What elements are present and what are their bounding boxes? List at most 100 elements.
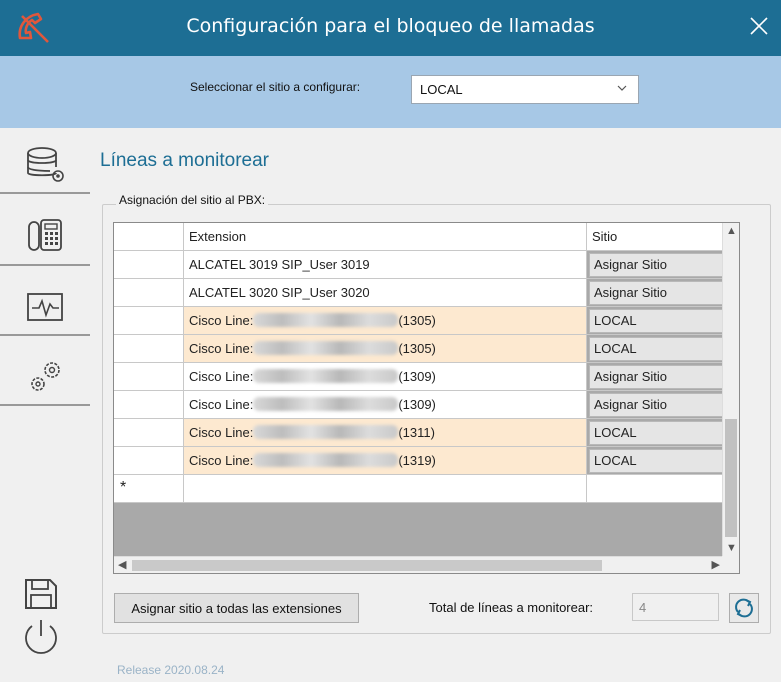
table-row[interactable]: Cisco Line: (1311) LOCAL [114,419,724,447]
extension-prefix: Cisco Line: [189,341,254,356]
sitio-dropdown[interactable]: Asignar Sitio [589,393,723,417]
scroll-up-icon[interactable]: ▲ [726,226,737,237]
power-icon[interactable] [18,614,64,660]
sitio-cell: LOCAL [587,419,724,447]
sitio-cell: LOCAL [587,307,724,335]
extensions-grid[interactable]: Extension Sitio ALCATEL 3019 SIP_User 30… [113,222,740,574]
extension-number: (1305) [398,313,436,328]
row-selector-cell[interactable] [114,419,184,447]
extension-prefix: Cisco Line: [189,369,254,384]
scrollbar-corner [722,556,739,573]
redacted-name [253,397,399,411]
table-row[interactable]: Cisco Line: (1319) LOCAL [114,447,724,475]
extension-number: (1309) [398,397,436,412]
scroll-right-icon[interactable]: ▶ [712,560,720,571]
table-row[interactable]: Cisco Line: (1305) LOCAL [114,335,724,363]
site-select[interactable]: LOCAL [411,75,639,104]
extension-prefix: Cisco Line: [189,425,254,440]
sitio-dropdown[interactable]: Asignar Sitio [589,365,723,389]
close-icon[interactable] [745,12,773,40]
nav-phone-lines[interactable] [0,208,90,266]
sitio-cell: LOCAL [587,447,724,475]
horizontal-scrollbar[interactable]: ◀ ▶ [114,556,724,573]
new-row-sitio-cell[interactable] [587,475,724,503]
row-selector-cell[interactable] [114,307,184,335]
extension-cell[interactable]: Cisco Line: (1305) [184,335,587,363]
sitio-dropdown[interactable]: LOCAL [589,421,723,445]
save-icon[interactable] [20,576,62,612]
extension-cell[interactable]: Cisco Line: (1311) [184,419,587,447]
scroll-left-icon[interactable]: ◀ [118,560,126,571]
phone-keypad-icon [28,219,62,251]
extension-cell[interactable]: Cisco Line: (1305) [184,307,587,335]
section-heading: Líneas a monitorear [100,150,269,171]
row-selector-cell[interactable] [114,335,184,363]
row-selector-cell[interactable] [114,279,184,307]
new-row-extension-cell[interactable] [184,475,587,503]
sitio-dropdown[interactable]: LOCAL [589,337,723,361]
extension-number: (1305) [398,341,436,356]
new-row[interactable]: * [114,475,724,503]
extension-prefix: Cisco Line: [189,313,254,328]
table-row[interactable]: Cisco Line: (1309) Asignar Sitio [114,391,724,419]
column-header-sitio[interactable]: Sitio [587,223,724,251]
row-selector-cell[interactable] [114,251,184,279]
sitio-dropdown[interactable]: Asignar Sitio [589,281,723,305]
database-settings-icon [27,147,64,182]
extension-cell[interactable]: ALCATEL 3020 SIP_User 3020 [184,279,587,307]
nav-database-settings[interactable] [0,136,90,194]
redacted-name [253,369,399,383]
extension-cell[interactable]: Cisco Line: (1309) [184,391,587,419]
site-selector-bar: Seleccionar el sitio a configurar: LOCAL [0,56,781,128]
column-header-extension[interactable]: Extension [184,223,587,251]
sitio-dropdown[interactable]: LOCAL [589,449,723,473]
row-selector-cell[interactable] [114,363,184,391]
extension-prefix: Cisco Line: [189,397,254,412]
table-row[interactable]: Cisco Line: (1305) LOCAL [114,307,724,335]
extension-text: ALCATEL 3020 SIP_User 3020 [189,285,370,300]
vertical-scrollbar[interactable]: ▲ ▼ [722,223,739,557]
extension-number: (1311) [398,425,435,440]
sitio-cell: LOCAL [587,335,724,363]
redacted-name [253,425,399,439]
site-selector-label: Seleccionar el sitio a configurar: [190,80,361,94]
sitio-dropdown[interactable]: LOCAL [589,309,723,333]
horizontal-scroll-thumb[interactable] [132,560,602,571]
group-label: Asignación del sitio al PBX: [116,193,269,207]
new-row-marker: * [114,475,184,503]
title-bar: Configuración para el bloqueo de llamada… [0,0,781,56]
total-lines-field: 4 [632,593,719,621]
site-select-value: LOCAL [420,82,463,97]
scroll-down-icon[interactable]: ▼ [726,543,737,554]
sitio-cell: Asignar Sitio [587,363,724,391]
total-lines-label: Total de líneas a monitorear: [429,600,594,615]
sitio-cell: Asignar Sitio [587,279,724,307]
extension-cell[interactable]: Cisco Line: (1309) [184,363,587,391]
table-row[interactable]: ALCATEL 3019 SIP_User 3019 Asignar Sitio [114,251,724,279]
extension-prefix: Cisco Line: [189,453,254,468]
extension-text: ALCATEL 3019 SIP_User 3019 [189,257,370,272]
redacted-name [253,453,399,467]
extension-cell[interactable]: Cisco Line: (1319) [184,447,587,475]
assign-all-button[interactable]: Asignar sitio a todas las extensiones [114,593,359,623]
sitio-dropdown[interactable]: Asignar Sitio [589,253,723,277]
sitio-cell: Asignar Sitio [587,391,724,419]
redacted-name [253,313,399,327]
chevron-down-icon [617,85,627,91]
nav-monitor[interactable] [0,278,90,336]
gears-icon [31,362,60,391]
refresh-icon [735,598,753,618]
extension-number: (1309) [398,369,436,384]
vertical-scroll-thumb[interactable] [725,419,737,537]
nav-settings[interactable] [0,348,90,406]
extension-cell[interactable]: ALCATEL 3019 SIP_User 3019 [184,251,587,279]
table-row[interactable]: ALCATEL 3020 SIP_User 3020 Asignar Sitio [114,279,724,307]
window-title: Configuración para el bloqueo de llamada… [186,15,595,37]
grid-header-row: Extension Sitio [114,223,724,251]
refresh-button[interactable] [729,593,759,623]
row-selector-cell[interactable] [114,447,184,475]
table-row[interactable]: Cisco Line: (1309) Asignar Sitio [114,363,724,391]
row-selector-cell[interactable] [114,391,184,419]
sitio-cell: Asignar Sitio [587,251,724,279]
redacted-name [253,341,399,355]
